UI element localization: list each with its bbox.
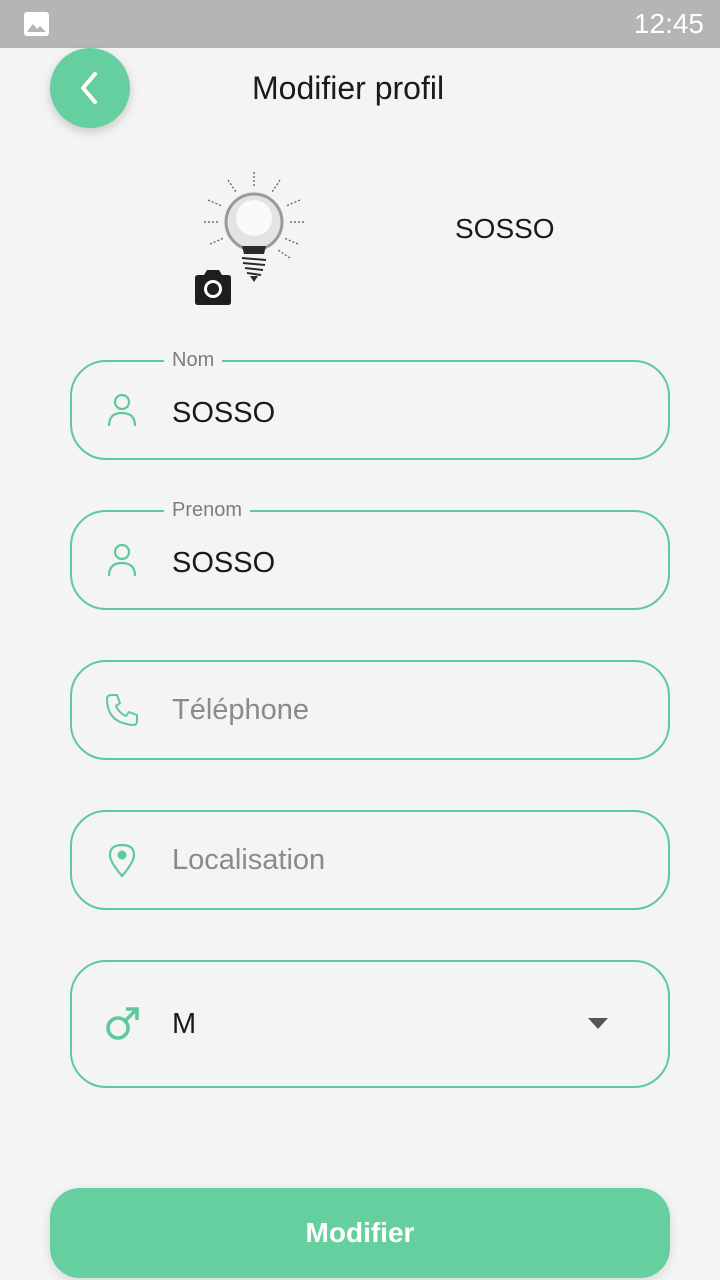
telephone-placeholder: Téléphone <box>172 694 310 726</box>
location-pin-icon <box>108 843 136 878</box>
back-button[interactable] <box>50 48 130 128</box>
page-title: Modifier profil <box>252 70 445 106</box>
person-icon <box>107 543 137 577</box>
prenom-value: SOSSO <box>172 547 276 579</box>
gender-value: M <box>172 1008 197 1040</box>
phone-icon <box>106 694 138 726</box>
person-icon <box>107 393 137 427</box>
submit-button[interactable]: Modifier <box>50 1188 670 1278</box>
telephone-field[interactable]: Téléphone <box>70 660 670 760</box>
prenom-field[interactable]: Prenom SOSSO <box>70 497 670 610</box>
nom-field[interactable]: Nom SOSSO <box>70 347 670 460</box>
chevron-left-icon <box>81 72 97 104</box>
status-time: 12:45 <box>633 8 704 39</box>
localisation-placeholder: Localisation <box>172 844 326 876</box>
prenom-label: Prenom <box>164 497 251 523</box>
status-bar: 12:45 <box>0 0 720 48</box>
profile-display-name: SOSSO <box>455 213 555 244</box>
image-icon <box>24 12 49 36</box>
camera-icon[interactable] <box>192 268 234 308</box>
male-icon <box>106 1007 139 1040</box>
nom-value: SOSSO <box>172 397 276 429</box>
nom-label: Nom <box>164 347 223 373</box>
gender-select[interactable]: M <box>70 960 670 1088</box>
localisation-field[interactable]: Localisation <box>70 810 670 910</box>
dropdown-arrow-icon[interactable] <box>588 1018 608 1030</box>
